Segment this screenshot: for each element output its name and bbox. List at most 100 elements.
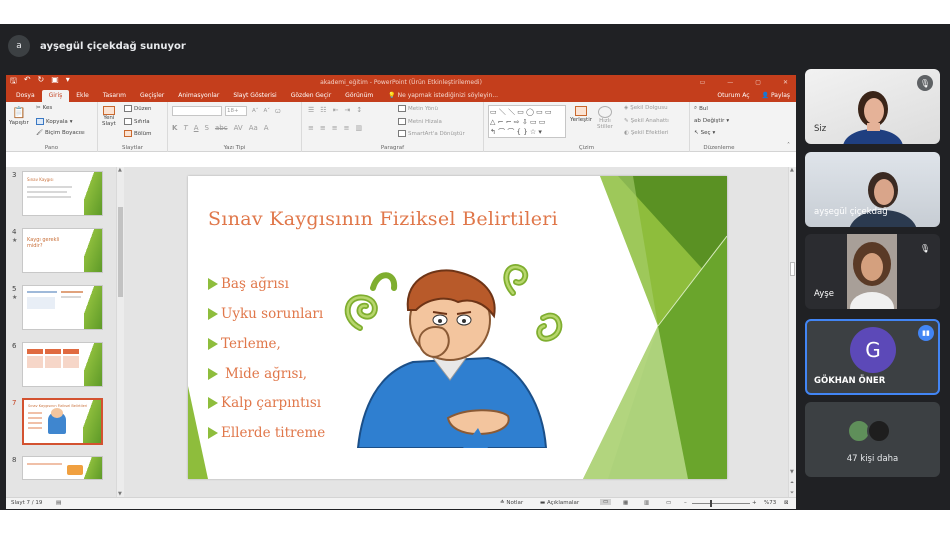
decrease-indent-icon[interactable]: ⇤: [333, 106, 339, 114]
align-left-icon[interactable]: ≡: [308, 124, 314, 132]
copy-button[interactable]: Kopyala ▾: [36, 118, 72, 125]
maximize-icon[interactable]: ▢: [755, 79, 761, 86]
slide-canvas[interactable]: Sınav Kaygısının Fiziksel Belirtileri Ba…: [188, 176, 727, 479]
participant-tile[interactable]: Ayşe 🎙: [805, 234, 940, 309]
new-slide-button[interactable]: Yeni Slayt: [102, 106, 116, 127]
shape-effects-button[interactable]: ◐ Şekil Efektleri: [624, 130, 669, 136]
zoom-slider[interactable]: [692, 503, 750, 504]
reset-button[interactable]: Sıfırla: [124, 118, 150, 125]
slide-thumbnail-6[interactable]: [22, 342, 103, 387]
slideshow-icon[interactable]: ▭: [666, 500, 671, 506]
bullets-icon[interactable]: ☰: [308, 106, 314, 114]
quick-styles-button[interactable]: Hızlı Stiller: [597, 106, 613, 130]
section-button[interactable]: Bölüm: [124, 130, 152, 137]
underline-icon[interactable]: A: [194, 124, 199, 132]
italic-icon[interactable]: T: [183, 124, 187, 132]
spellcheck-icon[interactable]: ▤: [56, 500, 61, 506]
scrollbar-thumb[interactable]: [118, 207, 123, 297]
fit-to-window-icon[interactable]: ⊠: [784, 500, 789, 506]
shape-outline-button[interactable]: ✎ Şekil Anahattı: [624, 118, 669, 124]
slide-thumbnail-4[interactable]: Kaygı gerekli midir?: [22, 228, 103, 273]
zoom-level[interactable]: %73: [764, 500, 776, 506]
more-participants-tile[interactable]: 47 kişi daha: [805, 402, 940, 477]
text-direction-button[interactable]: Metin Yönü: [398, 105, 438, 112]
redo-icon[interactable]: ↻: [38, 75, 45, 89]
tab-animasyonlar[interactable]: Animasyonlar: [171, 90, 226, 102]
tab-gorunum[interactable]: Görünüm: [338, 90, 380, 102]
tell-me-box[interactable]: 💡 Ne yapmak istediğinizi söyleyin...: [380, 90, 506, 102]
line-spacing-icon[interactable]: ↕: [356, 106, 362, 114]
tab-gozden-gecir[interactable]: Gözden Geçir: [284, 90, 338, 102]
notes-button[interactable]: ≛ Notlar: [500, 500, 523, 506]
find-button[interactable]: ⌕ Bul: [694, 105, 708, 112]
spacing-icon[interactable]: AV: [234, 124, 243, 132]
prev-slide-icon[interactable]: ⏶: [790, 480, 794, 486]
slide-thumbnail-7[interactable]: Sınav Kaygısının Fiziksel Belirtileri: [22, 398, 103, 445]
smartart-button[interactable]: SmartArt'a Dönüştür: [398, 130, 465, 137]
case-icon[interactable]: Aa: [249, 124, 258, 132]
shapes-gallery[interactable]: ▭ ＼ ＼ ▭ ◯ ▭ ▭ △ ⌐ ⌐ ⇨ ⇩ ▭ ▭ ↰ ⌒ ⌒ { } ☆ …: [488, 105, 566, 138]
scroll-down-icon[interactable]: ▼: [790, 469, 794, 475]
tab-ekle[interactable]: Ekle: [69, 90, 96, 102]
font-name-box[interactable]: [172, 106, 222, 116]
shadow-icon[interactable]: S: [205, 124, 209, 132]
zoom-in-icon[interactable]: +: [752, 500, 757, 506]
align-center-icon[interactable]: ≡: [320, 124, 326, 132]
shape-fill-button[interactable]: ◈ Şekil Dolgusu: [624, 105, 668, 111]
thumbnails-scrollbar[interactable]: ▲ ▼: [116, 167, 124, 497]
participant-tile[interactable]: ayşegül çiçekdağ: [805, 152, 940, 227]
slide-sorter-icon[interactable]: ▦: [623, 500, 628, 506]
comments-button[interactable]: ▬ Açıklamalar: [540, 500, 579, 506]
ribbon-options-icon[interactable]: ▭: [700, 79, 706, 86]
zoom-out-icon[interactable]: –: [684, 500, 687, 506]
normal-view-icon[interactable]: ▭: [600, 499, 612, 505]
font-size-box[interactable]: 18+: [225, 106, 247, 116]
numbering-icon[interactable]: ☷: [320, 106, 326, 114]
clear-format-icon[interactable]: Ꞷ: [275, 107, 281, 115]
slide-thumbnail-3[interactable]: Sınav Kaygısı: [22, 171, 103, 216]
scrollbar-thumb[interactable]: [790, 262, 795, 276]
share-button[interactable]: 👤 Paylaş: [762, 92, 790, 99]
tab-tasarim[interactable]: Tasarım: [96, 90, 133, 102]
align-text-button[interactable]: Metni Hizala: [398, 118, 442, 125]
format-painter-button[interactable]: 🖌 Biçim Boyacısı: [36, 130, 85, 136]
replace-button[interactable]: ab Değiştir ▾: [694, 118, 729, 124]
collapse-ribbon-icon[interactable]: ˄: [787, 142, 790, 149]
reading-view-icon[interactable]: ▥: [644, 500, 649, 506]
grow-font-icon[interactable]: A˄: [252, 108, 259, 114]
layout-button[interactable]: Düzen: [124, 105, 151, 112]
zoom-slider-thumb[interactable]: [710, 500, 712, 507]
bold-icon[interactable]: K: [172, 124, 177, 132]
justify-icon[interactable]: ≡: [344, 124, 350, 132]
select-button[interactable]: ↖ Seç ▾: [694, 130, 715, 136]
align-right-icon[interactable]: ≡: [332, 124, 338, 132]
participant-tile-speaking[interactable]: G GÖKHAN ÖNER ▮▮: [805, 319, 940, 395]
tab-dosya[interactable]: Dosya: [9, 90, 42, 102]
slide-thumbnail-8[interactable]: [22, 456, 103, 480]
strikethrough-icon[interactable]: abc: [215, 124, 228, 132]
cut-button[interactable]: ✂ Kes: [36, 105, 52, 111]
save-icon[interactable]: 🖫: [10, 75, 17, 89]
start-from-beginning-icon[interactable]: ▣: [51, 75, 59, 89]
columns-icon[interactable]: ▥: [356, 124, 363, 132]
arrange-button[interactable]: Yerleştir: [570, 106, 592, 123]
next-slide-icon[interactable]: ⏷: [790, 490, 794, 496]
scroll-up-icon[interactable]: ▲: [790, 167, 794, 173]
signin-link[interactable]: Oturum Aç: [717, 92, 749, 99]
shrink-font-icon[interactable]: A˅: [264, 108, 271, 114]
minimize-icon[interactable]: —: [727, 79, 733, 86]
undo-icon[interactable]: ↶: [24, 75, 31, 89]
close-icon[interactable]: ✕: [783, 79, 788, 86]
slide-thumbnail-5[interactable]: [22, 285, 103, 330]
scroll-up-icon[interactable]: ▲: [118, 167, 122, 173]
increase-indent-icon[interactable]: ⇥: [344, 106, 350, 114]
tab-giris[interactable]: Giriş: [41, 90, 70, 102]
bullet-text: Mide ağrısı,: [225, 366, 308, 382]
customize-qat-icon[interactable]: ▾: [66, 75, 70, 89]
tab-gecisler[interactable]: Geçişler: [133, 90, 171, 102]
font-color-icon[interactable]: A: [264, 124, 269, 132]
participant-tile[interactable]: Siz 🎙: [805, 69, 940, 144]
paste-button[interactable]: 📋 Yapıştır: [9, 106, 29, 126]
slide-scrollbar[interactable]: ▲ ▼ ⏶ ⏷: [788, 167, 796, 497]
tab-slayt-gosterisi[interactable]: Slayt Gösterisi: [226, 90, 283, 102]
